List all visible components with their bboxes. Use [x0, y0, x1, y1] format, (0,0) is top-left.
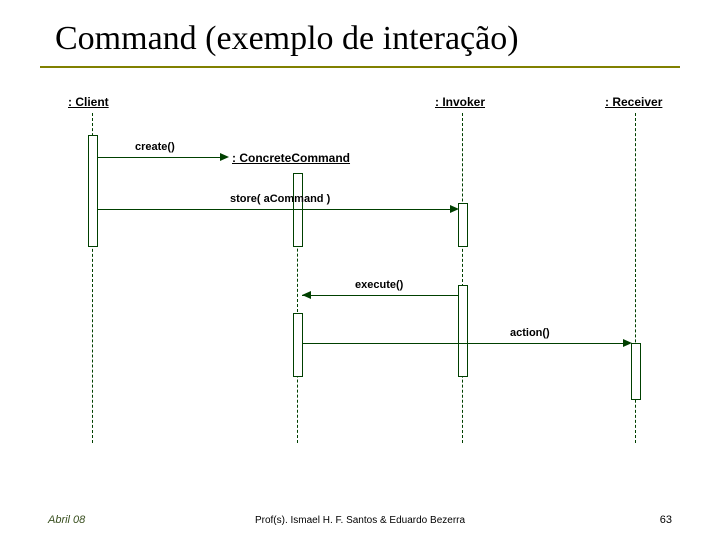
sequence-diagram: : Client : Invoker : Receiver create() :… — [60, 95, 690, 475]
participant-client: : Client — [68, 95, 109, 109]
arrow-store — [97, 209, 452, 210]
participant-concrete-command: : ConcreteCommand — [232, 151, 350, 165]
activation-concrete-2 — [293, 313, 303, 377]
msg-action: action() — [510, 327, 550, 339]
activation-invoker-2 — [458, 285, 468, 377]
slide-title: Command (exemplo de interação) — [55, 20, 519, 58]
footer-authors: Prof(s). Ismael H. F. Santos & Eduardo B… — [0, 515, 720, 526]
arrowhead-store — [450, 205, 459, 213]
arrow-execute — [302, 295, 458, 296]
arrow-create — [97, 157, 222, 158]
msg-store: store( aCommand ) — [230, 193, 330, 205]
activation-client — [88, 135, 98, 247]
title-divider — [40, 66, 680, 68]
arrow-action — [302, 343, 625, 344]
msg-execute: execute() — [355, 279, 403, 291]
slide-number: 63 — [660, 514, 672, 526]
lifeline-invoker — [462, 113, 463, 443]
activation-receiver — [631, 343, 641, 400]
participant-invoker: : Invoker — [435, 95, 485, 109]
msg-create: create() — [135, 141, 175, 153]
arrowhead-action — [623, 339, 632, 347]
activation-invoker-1 — [458, 203, 468, 247]
arrowhead-create — [220, 153, 229, 161]
arrowhead-execute — [302, 291, 311, 299]
activation-concrete-1 — [293, 173, 303, 247]
participant-receiver: : Receiver — [605, 95, 662, 109]
